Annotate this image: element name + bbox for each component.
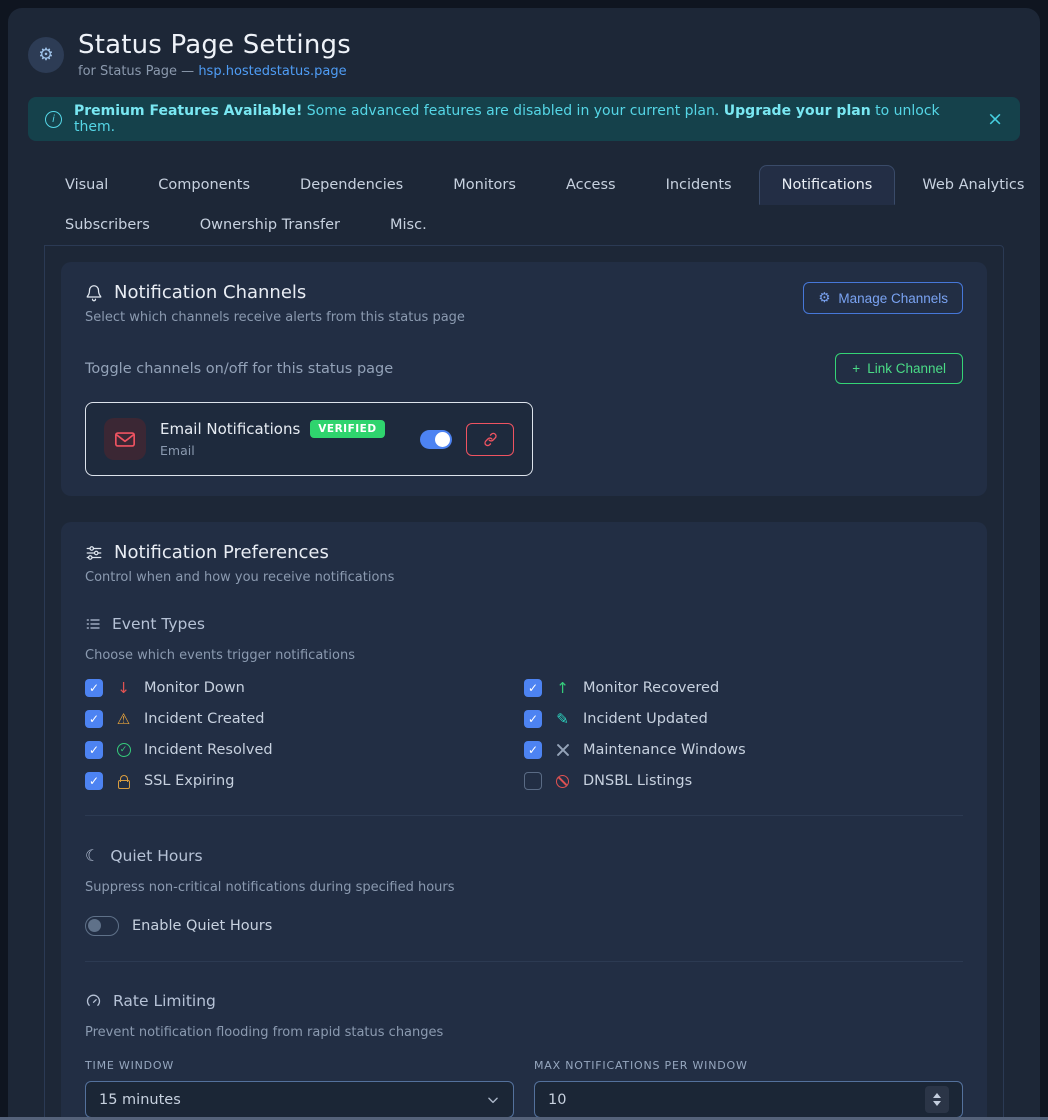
- check-circle-icon: [114, 743, 133, 757]
- checkbox: ✓: [524, 679, 542, 697]
- event-types-grid: ✓↓Monitor Down ✓↑Monitor Recovered ✓⚠Inc…: [85, 679, 963, 790]
- event-monitor-recovered[interactable]: ✓↑Monitor Recovered: [524, 679, 963, 697]
- sliders-icon: [85, 544, 103, 562]
- gauge-icon: [85, 993, 102, 1009]
- checkbox: ✓: [85, 741, 103, 759]
- event-types-desc: Choose which events trigger notification…: [85, 648, 963, 663]
- manage-channels-button[interactable]: ⚙ Manage Channels: [803, 282, 963, 314]
- moon-icon: ☾: [85, 846, 99, 865]
- tab-components[interactable]: Components: [135, 165, 273, 205]
- channels-title: Notification Channels: [85, 282, 465, 303]
- tab-visual[interactable]: Visual: [42, 165, 131, 205]
- list-icon: [85, 616, 101, 632]
- event-ssl-expiring[interactable]: ✓SSL Expiring: [85, 772, 524, 790]
- channels-subtitle: Select which channels receive alerts fro…: [85, 310, 465, 325]
- channel-name: Email Notifications: [160, 420, 300, 438]
- info-icon: i: [45, 111, 62, 128]
- quiet-hours-toggle[interactable]: [85, 916, 119, 936]
- max-notifications-label: MAX NOTIFICATIONS PER WINDOW: [534, 1059, 963, 1072]
- premium-banner: i Premium Features Available! Some advan…: [28, 97, 1020, 141]
- rate-limiting-title: Rate Limiting: [85, 992, 963, 1010]
- email-channel-tile: [104, 418, 146, 460]
- checkbox: ✓: [85, 679, 103, 697]
- quiet-hours-toggle-label: Enable Quiet Hours: [132, 918, 272, 934]
- stepper-up-icon[interactable]: [933, 1093, 941, 1098]
- lock-icon: [114, 774, 133, 789]
- tab-monitors[interactable]: Monitors: [430, 165, 539, 205]
- no-entry-icon: [553, 775, 572, 788]
- checkbox: ✓: [524, 741, 542, 759]
- close-icon[interactable]: ×: [987, 110, 1003, 129]
- event-incident-created[interactable]: ✓⚠Incident Created: [85, 710, 524, 728]
- tab-bar: Visual Components Dependencies Monitors …: [42, 165, 1006, 245]
- max-notifications-input[interactable]: 10: [534, 1081, 963, 1118]
- toggle-hint: Toggle channels on/off for this status p…: [85, 361, 393, 377]
- banner-text: Premium Features Available! Some advance…: [74, 103, 975, 135]
- status-page-link[interactable]: hsp.hostedstatus.page: [198, 64, 346, 79]
- divider: [85, 961, 963, 962]
- envelope-icon: [114, 430, 136, 449]
- time-window-label: TIME WINDOW: [85, 1059, 514, 1072]
- preferences-title: Notification Preferences: [85, 542, 963, 563]
- checkbox: ✓: [524, 710, 542, 728]
- tab-subscribers[interactable]: Subscribers: [42, 205, 173, 245]
- quiet-hours-desc: Suppress non-critical notifications duri…: [85, 880, 963, 895]
- chain-link-icon: [483, 432, 498, 447]
- divider: [85, 815, 963, 816]
- quiet-hours-title: ☾ Quiet Hours: [85, 846, 963, 865]
- rate-limiting-desc: Prevent notification flooding from rapid…: [85, 1025, 963, 1040]
- tab-dependencies[interactable]: Dependencies: [277, 165, 426, 205]
- verified-badge: VERIFIED: [310, 420, 384, 438]
- tab-row-1: Visual Components Dependencies Monitors …: [42, 165, 1006, 205]
- event-types-title: Event Types: [85, 615, 963, 633]
- tab-notifications[interactable]: Notifications: [759, 165, 896, 205]
- tab-misc[interactable]: Misc.: [367, 205, 450, 245]
- pencil-icon: ✎: [553, 710, 572, 728]
- banner-bold: Premium Features Available!: [74, 103, 302, 119]
- stepper-down-icon[interactable]: [933, 1101, 941, 1106]
- arrow-up-icon: ↑: [553, 679, 572, 697]
- checkbox: ✓: [85, 772, 103, 790]
- tab-access[interactable]: Access: [543, 165, 639, 205]
- link-channel-button[interactable]: + Link Channel: [835, 353, 963, 384]
- page-header: ⚙ Status Page Settings for Status Page —…: [8, 8, 1040, 91]
- event-dnsbl-listings[interactable]: DNSBL Listings: [524, 772, 963, 790]
- bell-icon: [85, 283, 103, 302]
- tools-icon: [553, 743, 572, 757]
- channel-type: Email: [160, 443, 385, 458]
- number-stepper[interactable]: [925, 1086, 949, 1113]
- checkbox: ✓: [85, 710, 103, 728]
- event-incident-resolved[interactable]: ✓Incident Resolved: [85, 741, 524, 759]
- time-window-select[interactable]: 15 minutes: [85, 1081, 514, 1118]
- gear-badge-icon: ⚙: [28, 37, 64, 73]
- checkbox: [524, 772, 542, 790]
- event-maintenance-windows[interactable]: ✓Maintenance Windows: [524, 741, 963, 759]
- notification-channels-card: Notification Channels Select which chann…: [61, 262, 987, 496]
- preferences-subtitle: Control when and how you receive notific…: [85, 570, 963, 585]
- upgrade-plan-link[interactable]: Upgrade your plan: [724, 103, 871, 119]
- email-channel-toggle[interactable]: [420, 430, 452, 449]
- chevron-down-icon: [486, 1093, 500, 1107]
- subtitle-prefix: for Status Page —: [78, 64, 198, 79]
- tab-incidents[interactable]: Incidents: [643, 165, 755, 205]
- gear-icon: ⚙: [818, 290, 830, 306]
- channel-link-button[interactable]: [466, 423, 514, 456]
- email-channel-card: Email Notifications VERIFIED Email: [85, 402, 533, 476]
- page-subtitle: for Status Page — hsp.hostedstatus.page: [78, 64, 351, 79]
- tab-row-2: Subscribers Ownership Transfer Misc.: [42, 205, 1006, 245]
- warning-icon: ⚠: [114, 710, 133, 728]
- plus-icon: +: [852, 361, 860, 376]
- page-title: Status Page Settings: [78, 30, 351, 60]
- arrow-down-icon: ↓: [114, 679, 133, 697]
- tab-ownership-transfer[interactable]: Ownership Transfer: [177, 205, 363, 245]
- event-incident-updated[interactable]: ✓✎Incident Updated: [524, 710, 963, 728]
- event-monitor-down[interactable]: ✓↓Monitor Down: [85, 679, 524, 697]
- notification-preferences-card: Notification Preferences Control when an…: [61, 522, 987, 1120]
- tab-content: Notification Channels Select which chann…: [44, 245, 1004, 1120]
- tab-web-analytics[interactable]: Web Analytics: [899, 165, 1040, 205]
- settings-panel: ⚙ Status Page Settings for Status Page —…: [8, 8, 1040, 1120]
